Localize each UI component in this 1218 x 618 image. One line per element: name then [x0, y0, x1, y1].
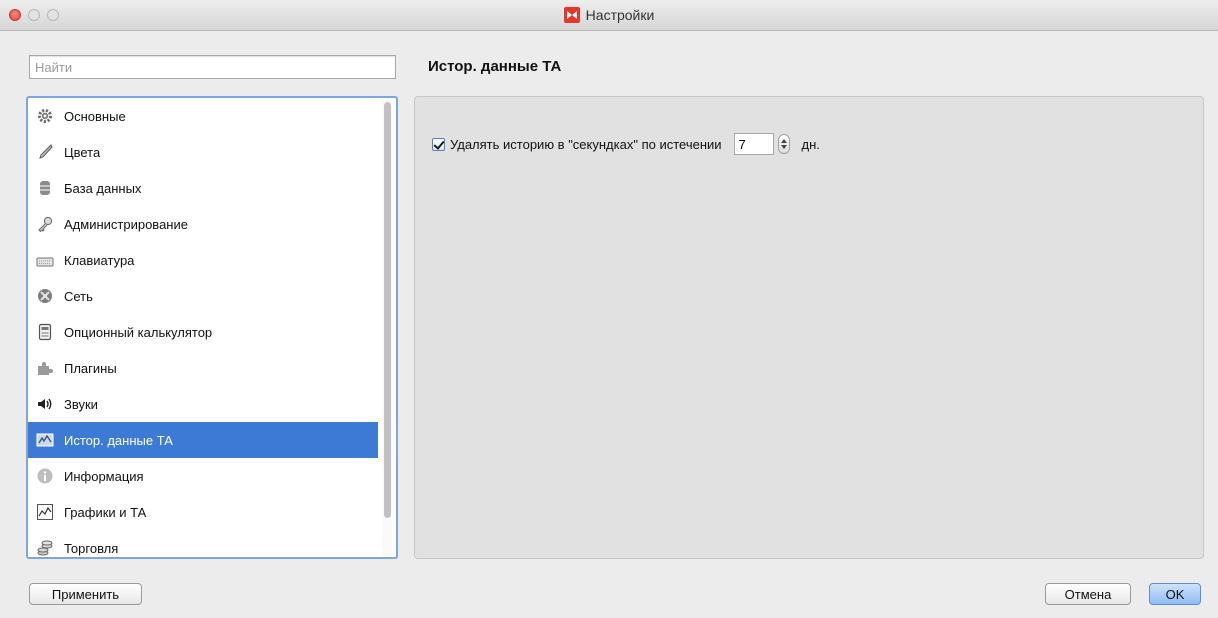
app-logo-icon — [563, 7, 580, 23]
sidebar-item-label: Информация — [64, 468, 144, 484]
days-stepper[interactable] — [777, 134, 790, 154]
coins-icon — [36, 539, 54, 557]
keyboard-icon — [36, 251, 54, 269]
sidebar-item-colors[interactable]: Цвета — [28, 134, 378, 170]
settings-panel: Удалять историю в "секундках" по истечен… — [414, 96, 1204, 559]
delete-history-option: Удалять историю в "секундках" по истечен… — [432, 133, 820, 155]
stepper-down-icon[interactable] — [780, 145, 787, 149]
delete-history-label[interactable]: Удалять историю в "секундках" по истечен… — [450, 137, 722, 152]
cancel-button[interactable]: Отмена — [1045, 583, 1131, 605]
sidebar-item-keyboard[interactable]: Клавиатура — [28, 242, 378, 278]
ok-button[interactable]: OK — [1149, 583, 1201, 605]
sidebar-item-label: Опционный калькулятор — [64, 324, 213, 340]
sidebar-item-history-data[interactable]: Истор. данные ТА — [28, 422, 378, 458]
puzzle-icon — [36, 359, 54, 377]
search-input[interactable] — [29, 55, 396, 79]
network-icon — [36, 287, 54, 305]
database-icon — [36, 179, 54, 197]
sidebar-item-label: Графики и ТА — [64, 504, 147, 520]
gear-icon — [36, 107, 54, 125]
sidebar-item-administration[interactable]: Администрирование — [28, 206, 378, 242]
days-input[interactable] — [733, 133, 774, 155]
apply-button[interactable]: Применить — [29, 583, 142, 605]
chart-icon — [36, 503, 54, 521]
key-icon — [36, 215, 54, 233]
sidebar-item-general[interactable]: Основные — [28, 98, 378, 134]
delete-history-checkbox[interactable] — [432, 137, 445, 151]
sidebar-item-label: Звуки — [64, 396, 98, 412]
sidebar-item-trading[interactable]: Торговля — [28, 530, 378, 557]
sidebar-item-label: Клавиатура — [64, 252, 135, 268]
sidebar-item-label: Основные — [64, 108, 126, 124]
sidebar-scrollbar[interactable] — [382, 100, 393, 555]
sidebar-item-label: Истор. данные ТА — [64, 432, 173, 448]
sidebar-item-charts[interactable]: Графики и ТА — [28, 494, 378, 530]
sidebar-item-label: База данных — [64, 180, 142, 196]
sidebar-item-information[interactable]: Информация — [28, 458, 378, 494]
sidebar-item-network[interactable]: Сеть — [28, 278, 378, 314]
settings-category-list[interactable]: Основные Цвета База данных Администриров… — [26, 96, 398, 559]
stepper-up-icon[interactable] — [780, 139, 787, 143]
title-bar[interactable]: Настройки — [0, 0, 1218, 31]
info-icon — [36, 467, 54, 485]
preferences-window: Настройки Основные Цвета База — [0, 0, 1218, 618]
sidebar-item-option-calculator[interactable]: Опционный калькулятор — [28, 314, 378, 350]
sidebar-item-sounds[interactable]: Звуки — [28, 386, 378, 422]
sidebar-item-label: Плагины — [64, 360, 117, 376]
sidebar-item-database[interactable]: База данных — [28, 170, 378, 206]
brush-icon — [36, 143, 54, 161]
sidebar-item-label: Администрирование — [64, 216, 188, 232]
calculator-icon — [36, 323, 54, 341]
page-title: Истор. данные ТА — [428, 58, 562, 75]
speaker-icon — [36, 395, 54, 413]
window-title-area: Настройки — [0, 0, 1218, 30]
sidebar-item-plugins[interactable]: Плагины — [28, 350, 378, 386]
scrollbar-thumb[interactable] — [384, 102, 391, 518]
sidebar-item-label: Цвета — [64, 144, 101, 160]
sidebar-item-label: Сеть — [64, 288, 93, 304]
window-title: Настройки — [585, 7, 655, 23]
sidebar-item-label: Торговля — [64, 540, 119, 556]
days-unit-label: дн. — [801, 136, 820, 152]
history-data-icon — [36, 431, 54, 449]
